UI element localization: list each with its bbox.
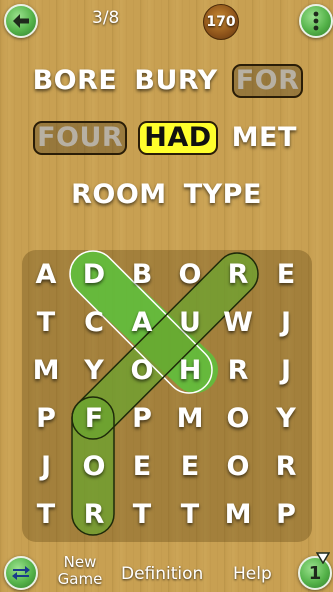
grid-cell-r3-c1[interactable]: M <box>22 346 70 394</box>
grid-cell-r4-c3[interactable]: P <box>118 394 166 442</box>
swap-arrows-icon <box>12 566 30 580</box>
grid-cell-r2-c6[interactable]: J <box>262 298 310 346</box>
grid-cell-r6-c3[interactable]: T <box>118 490 166 538</box>
grid-cell-r4-c4[interactable]: M <box>166 394 214 442</box>
grid-cell-r3-c6[interactable]: J <box>262 346 310 394</box>
grid-cell-r2-c3[interactable]: A <box>118 298 166 346</box>
grid-cell-r2-c2[interactable]: C <box>70 298 118 346</box>
arrow-left-icon <box>13 14 29 28</box>
grid-cell-r5-c4[interactable]: E <box>166 442 214 490</box>
word-list-row-3: ROOM TYPE <box>0 178 333 212</box>
grid-cell-r3-c3[interactable]: O <box>118 346 166 394</box>
menu-button[interactable] <box>299 4 333 38</box>
word-list-row-2: FOUR HAD MET <box>0 121 333 155</box>
word-bury: BURY <box>134 65 218 96</box>
grid-cell-r5-c6[interactable]: R <box>262 442 310 490</box>
grid-cell-r4-c1[interactable]: P <box>22 394 70 442</box>
grid-cell-r1-c6[interactable]: E <box>262 250 310 298</box>
grid-cell-r6-c4[interactable]: T <box>166 490 214 538</box>
grid-cell-r1-c2[interactable]: D <box>70 250 118 298</box>
grid-cell-r1-c4[interactable]: O <box>166 250 214 298</box>
grid-cell-r5-c5[interactable]: O <box>214 442 262 490</box>
word-type: TYPE <box>183 179 262 210</box>
hint-count: 1 <box>308 562 322 584</box>
puzzle-progress: 3/8 <box>92 8 120 28</box>
grid-cell-r4-c6[interactable]: Y <box>262 394 310 442</box>
word-met: MET <box>231 122 297 153</box>
grid-cell-r5-c3[interactable]: E <box>118 442 166 490</box>
grid-cell-r6-c2[interactable]: R <box>70 490 118 538</box>
word-bore: BORE <box>32 65 118 96</box>
back-button[interactable] <box>4 4 38 38</box>
definition-button[interactable]: Definition <box>121 564 203 584</box>
grid-cell-r4-c5[interactable]: O <box>214 394 262 442</box>
word-four: FOUR <box>33 121 128 155</box>
grid-cell-r2-c5[interactable]: W <box>214 298 262 346</box>
grid-cell-r1-c1[interactable]: A <box>22 250 70 298</box>
word-for: FOR <box>231 64 304 98</box>
word-list-row-1: BORE BURY FOR <box>0 64 333 98</box>
switch-mode-button[interactable] <box>4 556 38 590</box>
grid-cell-r5-c2[interactable]: O <box>70 442 118 490</box>
grid-cell-r1-c3[interactable]: B <box>118 250 166 298</box>
new-game-button[interactable]: New Game <box>54 554 106 588</box>
grid-cell-r4-c2[interactable]: F <box>70 394 118 442</box>
word-had: HAD <box>138 121 218 155</box>
grid-cell-r5-c1[interactable]: J <box>22 442 70 490</box>
score-badge: 170 <box>203 4 239 40</box>
grid-cell-r3-c4[interactable]: H <box>166 346 214 394</box>
grid-cell-r2-c4[interactable]: U <box>166 298 214 346</box>
score-value: 170 <box>206 14 236 30</box>
word-room: ROOM <box>71 179 167 210</box>
grid-cell-r2-c1[interactable]: T <box>22 298 70 346</box>
grid-cell-r1-c5[interactable]: R <box>214 250 262 298</box>
grid-cell-r6-c5[interactable]: M <box>214 490 262 538</box>
help-button[interactable]: Help <box>233 564 272 584</box>
grid-cell-r3-c5[interactable]: R <box>214 346 262 394</box>
hint-counter-icon <box>316 552 330 564</box>
grid-cell-r6-c1[interactable]: T <box>22 490 70 538</box>
grid-cell-r3-c2[interactable]: Y <box>70 346 118 394</box>
vertical-dots-icon <box>313 11 319 31</box>
grid-cell-r6-c6[interactable]: P <box>262 490 310 538</box>
